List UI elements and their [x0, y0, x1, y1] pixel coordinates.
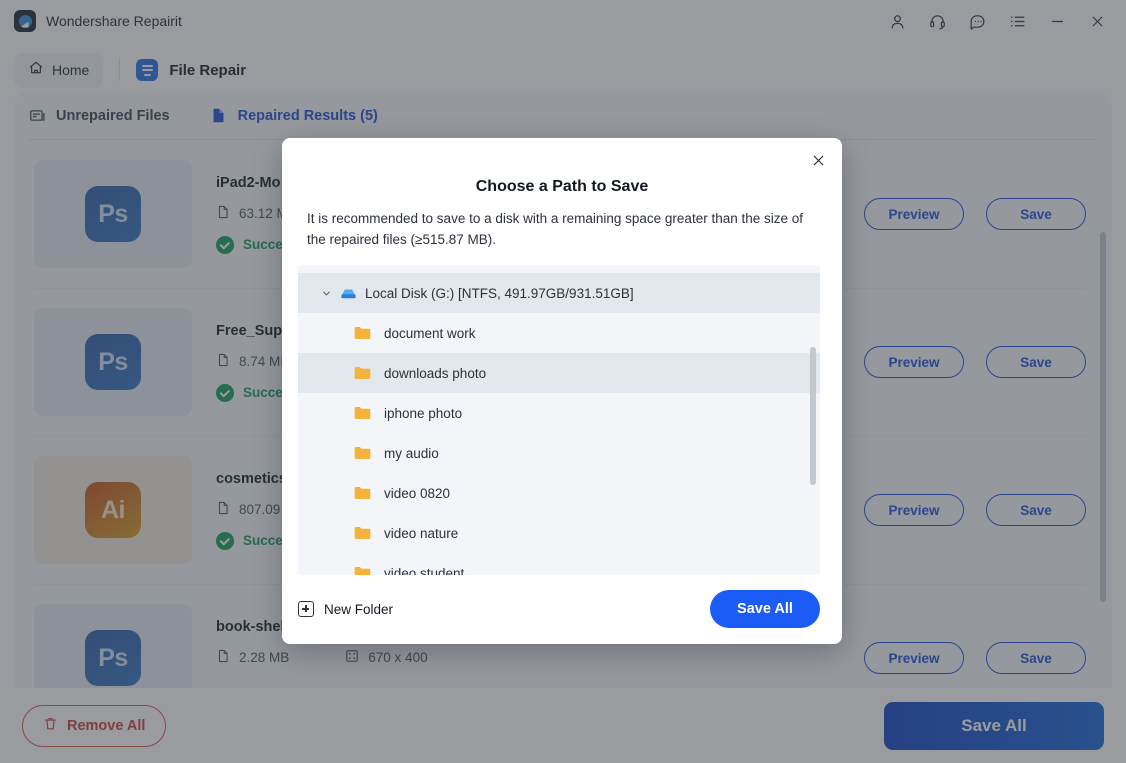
folder-icon [354, 526, 371, 540]
folder-icon [354, 366, 371, 380]
tree-item-folder[interactable]: video nature [298, 513, 820, 553]
new-folder-label: New Folder [324, 601, 394, 617]
tree-item-label: Local Disk (G:) [NTFS, 491.97GB/931.51GB… [365, 285, 634, 301]
folder-icon [354, 406, 371, 420]
folder-icon [354, 566, 371, 575]
tree-item-label: downloads photo [384, 365, 487, 381]
hard-disk-icon [339, 284, 358, 303]
folder-tree-scrollbar[interactable] [810, 265, 816, 575]
folder-icon [354, 326, 371, 340]
tree-item-local-disk[interactable]: Local Disk (G:) [NTFS, 491.97GB/931.51GB… [298, 273, 820, 313]
tree-item-label: video student [384, 565, 465, 575]
folder-icon [354, 446, 371, 460]
dialog-close-icon[interactable] [802, 144, 834, 176]
dialog-description: It is recommended to save to a disk with… [307, 211, 804, 247]
tree-item-label: my audio [384, 445, 439, 461]
dialog-footer: New Folder Save All [282, 575, 842, 644]
tree-item-folder[interactable]: document work [298, 313, 820, 353]
tree-item-label: video 0820 [384, 485, 451, 501]
dialog-title: Choose a Path to Save [475, 178, 649, 195]
new-folder-button[interactable]: New Folder [298, 601, 394, 618]
tree-item-label: document work [384, 325, 476, 341]
choose-path-dialog: Choose a Path to Save It is recommended … [282, 138, 842, 644]
chevron-down-icon[interactable] [320, 287, 332, 299]
tree-item-folder[interactable]: video 0820 [298, 473, 820, 513]
dialog-save-all-button[interactable]: Save All [710, 590, 820, 629]
app-window: Wondershare Repairit [0, 0, 1126, 763]
tree-item-folder-selected[interactable]: downloads photo [298, 353, 820, 393]
folder-icon [354, 486, 371, 500]
tree-item-folder[interactable]: video student [298, 553, 820, 575]
folder-tree-list: Local Disk (G:) [NTFS, 491.97GB/931.51GB… [298, 265, 820, 575]
tree-item-folder[interactable]: my audio [298, 433, 820, 473]
tree-item-label: video nature [384, 525, 459, 541]
scrollbar-thumb[interactable] [810, 347, 816, 485]
folder-tree: Local Disk (G:) [NTFS, 491.97GB/931.51GB… [298, 265, 820, 575]
tree-item-label: iphone photo [384, 405, 463, 421]
tree-item-folder[interactable]: iphone photo [298, 393, 820, 433]
new-folder-icon [298, 601, 314, 618]
